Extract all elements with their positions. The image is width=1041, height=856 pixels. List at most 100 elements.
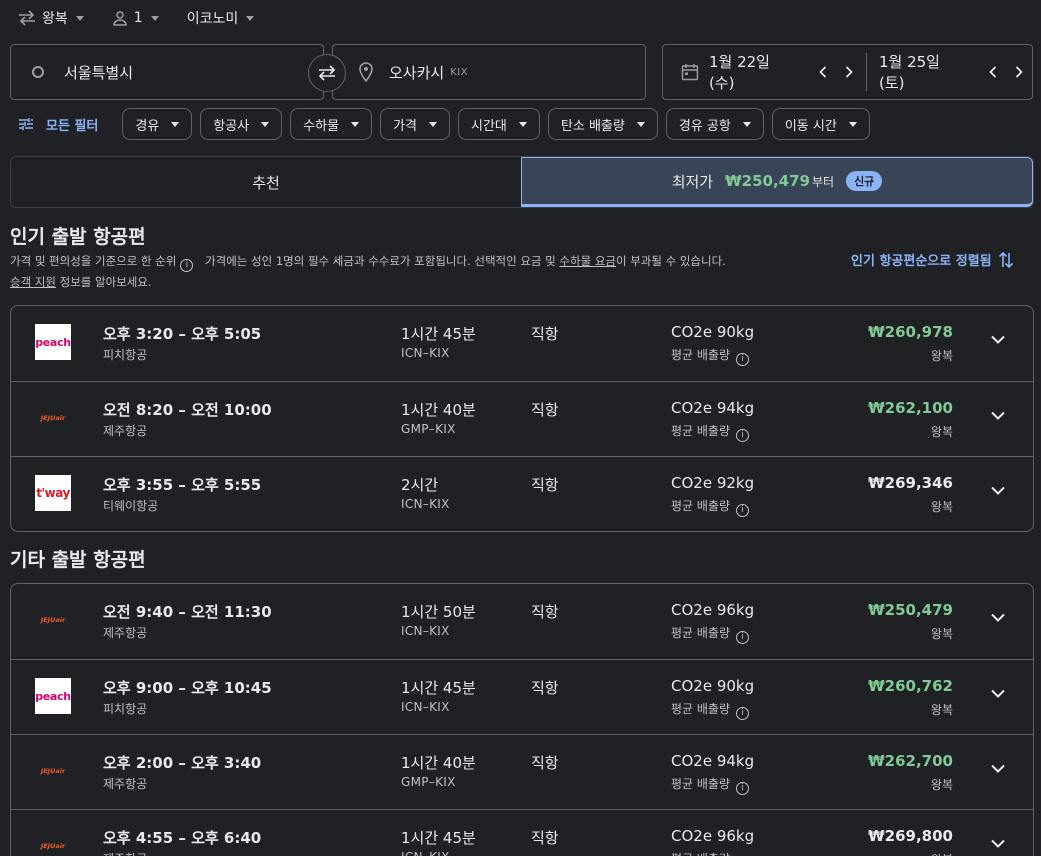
flight-row[interactable]: JEJUair 오전 9:40 – 오전 11:30 제주항공 1시간 50분 … <box>11 584 1033 659</box>
trip-type-select[interactable]: 왕복 <box>18 8 84 28</box>
swap-arrows-icon <box>19 10 35 26</box>
depart-date-value: 1월 22일 (수) <box>708 53 770 92</box>
airline-name: 티웨이항공 <box>103 499 159 513</box>
flight-duration: 2시간 <box>401 476 439 494</box>
filter-chip-connecting-airports[interactable]: 경유 공항 <box>665 108 764 140</box>
destination-field[interactable]: 오사카시 KIX <box>332 44 646 100</box>
expand-chevron-icon[interactable] <box>991 689 1005 698</box>
flight-row[interactable]: t'way 오후 3:55 – 오후 5:55 티웨이항공 2시간 ICN–KI… <box>11 456 1033 531</box>
return-date-field[interactable]: 1월 25일 (토) <box>879 45 1032 99</box>
chevron-right-icon[interactable] <box>845 66 853 78</box>
sort-by-button[interactable]: 인기 항공편순으로 정렬됨 <box>851 250 1014 269</box>
baggage-fees-link[interactable]: 수하물 요금 <box>559 254 616 268</box>
all-filters-button[interactable]: 모든 필터 <box>18 115 98 134</box>
flight-route: ICN–KIX <box>401 700 450 714</box>
flight-price: ₩260,978 <box>868 323 953 341</box>
emissions-note: 평균 배출량 i <box>671 624 757 644</box>
expand-chevron-icon[interactable] <box>991 335 1005 344</box>
filter-bar: 모든 필터 경유 항공사 수하물 가격 시간대 탄소 배출량 경유 공항 이동 … <box>18 108 878 140</box>
filter-chip-emissions[interactable]: 탄소 배출량 <box>547 108 658 140</box>
flight-row[interactable]: JEJUair 오후 4:55 – 오후 6:40 제주항공 1시간 45분 I… <box>11 809 1033 856</box>
filter-chip-times[interactable]: 시간대 <box>458 108 540 140</box>
flight-row[interactable]: JEJUair 오전 8:20 – 오전 10:00 제주항공 1시간 40분 … <box>11 381 1033 456</box>
flight-times: 오후 4:55 – 오후 6:40 <box>103 829 262 847</box>
airline-name: 제주항공 <box>103 424 148 438</box>
flight-stops: 직항 <box>531 401 559 419</box>
info-icon[interactable]: i <box>736 631 750 644</box>
origin-field[interactable]: 서울특별시 <box>10 44 324 100</box>
emissions-label: 평균 배출량 <box>671 424 731 438</box>
origin-circle-icon <box>32 66 44 78</box>
filter-chip-bags[interactable]: 수하물 <box>290 108 373 140</box>
flight-duration: 1시간 45분 <box>401 829 476 847</box>
chevron-left-icon[interactable] <box>989 66 997 78</box>
trip-type-label: 왕복 <box>42 11 68 27</box>
info-icon[interactable]: i <box>736 429 750 442</box>
chevron-down-icon <box>150 15 159 21</box>
expand-chevron-icon[interactable] <box>991 764 1005 773</box>
info-icon[interactable]: i <box>180 259 194 272</box>
emissions-note: 평균 배출량 i <box>671 700 757 720</box>
flight-stops: 직항 <box>531 325 559 343</box>
emissions-note: 평균 배출량 i <box>671 497 757 517</box>
price-note-end: 이 부과될 수 있습니다. <box>615 254 726 268</box>
info-icon[interactable]: i <box>736 504 750 517</box>
filter-chip-price[interactable]: 가격 <box>380 108 450 140</box>
flight-price: ₩250,479 <box>868 601 953 619</box>
flight-duration: 1시간 45분 <box>401 679 476 697</box>
expand-chevron-icon[interactable] <box>991 486 1005 495</box>
person-icon <box>113 11 127 26</box>
filter-chip-label: 시간대 <box>471 118 507 134</box>
chevron-down-icon <box>742 121 751 127</box>
flight-row[interactable]: peach 오후 3:20 – 오후 5:05 피치항공 1시간 45분 ICN… <box>11 306 1033 381</box>
airline-logo: peach <box>35 678 71 714</box>
depart-date-field[interactable]: 1월 22일 (수) <box>663 45 862 99</box>
flight-times: 오전 9:40 – 오전 11:30 <box>103 603 272 621</box>
chevron-left-icon[interactable] <box>819 66 827 78</box>
expand-chevron-icon[interactable] <box>991 613 1005 622</box>
passenger-assistance-link[interactable]: 승객 지원 <box>10 275 56 289</box>
info-icon[interactable]: i <box>736 353 750 366</box>
swap-locations-button[interactable] <box>308 54 346 92</box>
assistance-note: 정보를 알아보세요. <box>55 275 152 289</box>
all-filters-label: 모든 필터 <box>46 118 99 134</box>
emissions-label: 평균 배출량 <box>671 499 731 513</box>
flight-duration: 1시간 40분 <box>401 754 476 772</box>
flight-price: ₩262,700 <box>868 752 953 770</box>
passenger-select[interactable]: 1 <box>112 10 159 26</box>
tab-cheapest-price: ₩250,479 <box>725 172 810 190</box>
cabin-class-select[interactable]: 이코노미 <box>187 8 255 28</box>
info-icon[interactable]: i <box>736 707 750 720</box>
trip-type: 왕복 <box>931 851 953 856</box>
airline-logo: JEJUair <box>35 602 71 638</box>
flight-row[interactable]: JEJUair 오후 2:00 – 오후 3:40 제주항공 1시간 40분 G… <box>11 734 1033 809</box>
destination-airport-code: KIX <box>450 66 469 78</box>
tab-best[interactable]: 추천 <box>11 157 521 207</box>
tab-best-label: 추천 <box>252 173 280 192</box>
tab-cheapest[interactable]: 최저가 ₩250,479 부터 신규 <box>521 157 1033 207</box>
emissions-note: 평균 배출량 i <box>671 422 757 442</box>
return-date-value: 1월 25일 (토) <box>878 53 940 92</box>
swap-arrows-icon <box>318 65 336 81</box>
calendar-icon <box>681 64 699 81</box>
sort-tabs: 추천 최저가 ₩250,479 부터 신규 <box>10 156 1034 208</box>
flight-stops: 직항 <box>531 603 559 621</box>
airline-logo-text: JEJUair <box>40 616 66 624</box>
date-range-field: 1월 22일 (수) 1월 25일 (토) <box>662 44 1033 100</box>
airline-logo-text: JEJUair <box>40 842 66 850</box>
trip-type: 왕복 <box>930 627 953 641</box>
airline-name: 제주항공 <box>103 850 147 856</box>
top-flights-title: 인기 출발 항공편 <box>10 226 146 248</box>
filter-chip-stops[interactable]: 경유 <box>122 108 193 140</box>
filter-chip-airlines[interactable]: 항공사 <box>200 108 283 140</box>
chevron-right-icon[interactable] <box>1015 66 1023 78</box>
filter-chip-duration[interactable]: 이동 시간 <box>771 108 870 140</box>
airline-logo: t'way <box>35 475 71 511</box>
expand-chevron-icon[interactable] <box>991 839 1005 848</box>
expand-chevron-icon[interactable] <box>991 411 1005 420</box>
flight-row[interactable]: peach 오후 9:00 – 오후 10:45 피치항공 1시간 45분 IC… <box>11 659 1033 734</box>
other-flights-title: 기타 출발 항공편 <box>10 549 146 571</box>
info-icon[interactable]: i <box>736 782 750 795</box>
airline-name: 피치항공 <box>103 702 148 716</box>
airline-logo-text: peach <box>35 689 71 703</box>
